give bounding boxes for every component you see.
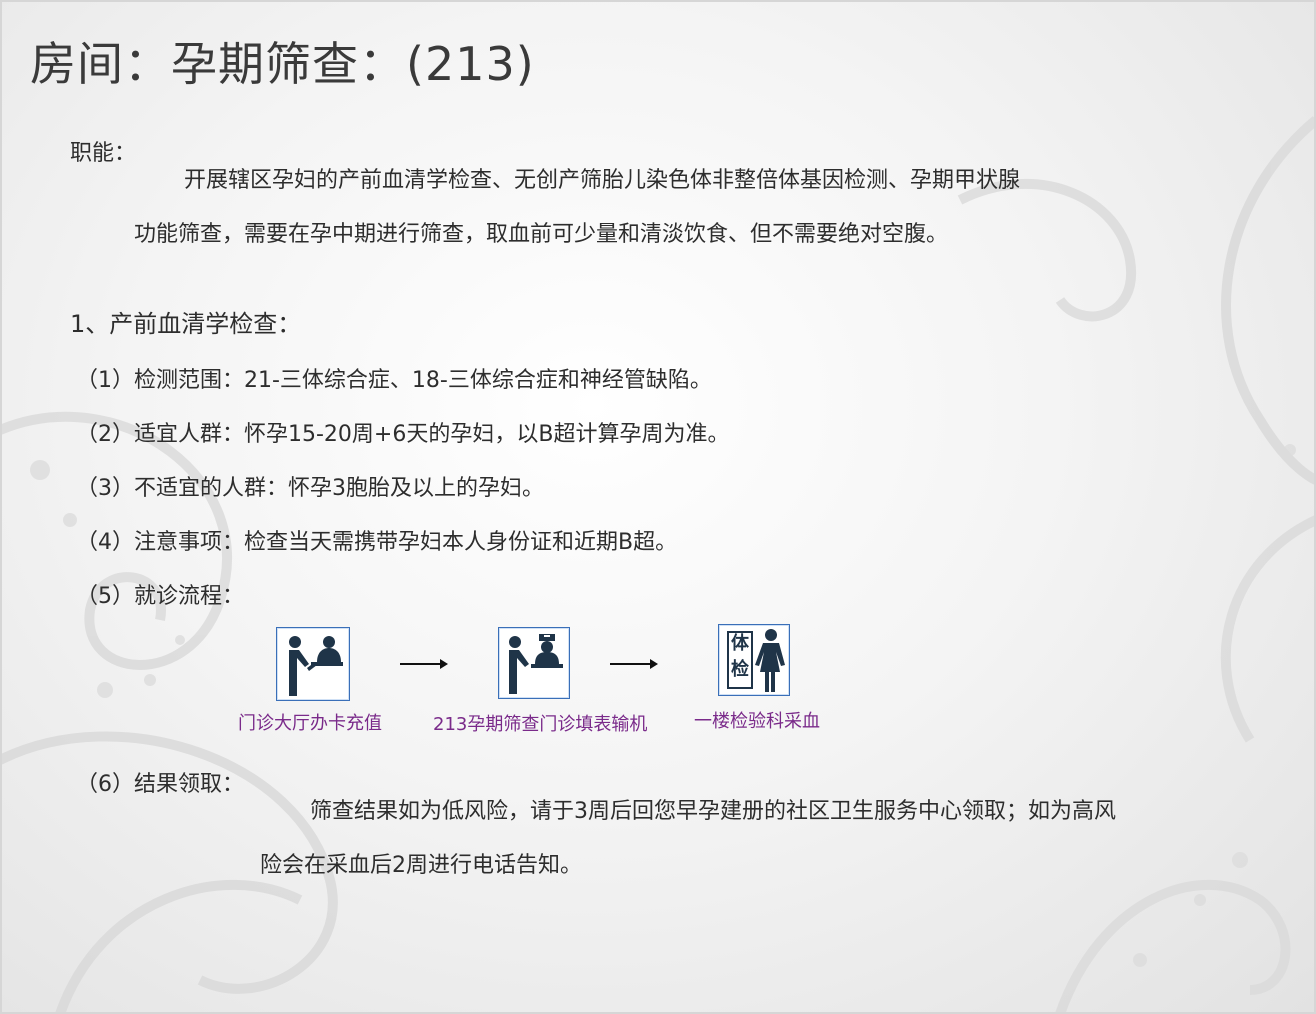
section1-item: （4）注意事项：检查当天需携带孕妇本人身份证和近期B超。 [76,530,678,555]
function-label: 职能： [70,141,137,166]
exam-char: 检 [731,659,749,680]
doctor-desk-icon [498,627,570,699]
result-label: （6）结果领取： [76,772,244,797]
section1-item: （2）适宜人群：怀孕15-20周+6天的孕妇，以B超计算孕周为准。 [76,422,730,447]
flow-step-label: 门诊大厅办卡充值 [238,713,382,734]
result-text-line2: 险会在采血后2周进行电话告知。 [260,853,582,878]
function-text-line1: 开展辖区孕妇的产前血清学检查、无创产筛胎儿染色体非整倍体基因检测、孕期甲状腺 [184,168,1021,193]
section1-item: （1）检测范围：21-三体综合症、18-三体综合症和神经管缺陷。 [76,368,712,393]
flow-arrow [610,659,658,669]
result-text-line1: 筛查结果如为低风险，请于3周后回您早孕建册的社区卫生服务中心领取；如为高风 [310,799,1116,824]
section1-item: （3）不适宜的人群：怀孕3胞胎及以上的孕妇。 [76,476,544,501]
function-text-line2: 功能筛查，需要在孕中期进行筛查，取血前可少量和清淡饮食、但不需要绝对空腹。 [134,222,949,247]
service-counter-icon [276,627,350,701]
slide-frame [0,0,1316,1014]
exam-char: 体 [731,633,749,654]
flow-step-label: 213孕期筛查门诊填表输机 [433,714,648,735]
section1-heading: 1、产前血清学检查： [70,310,302,338]
page-title: 房间：孕期筛查：(213) [30,37,535,91]
section1-item: （5）就诊流程： [76,584,244,609]
flow-step-label: 一楼检验科采血 [694,711,820,732]
physical-exam-icon: 体 检 [718,624,790,696]
flow-arrow [400,659,448,669]
